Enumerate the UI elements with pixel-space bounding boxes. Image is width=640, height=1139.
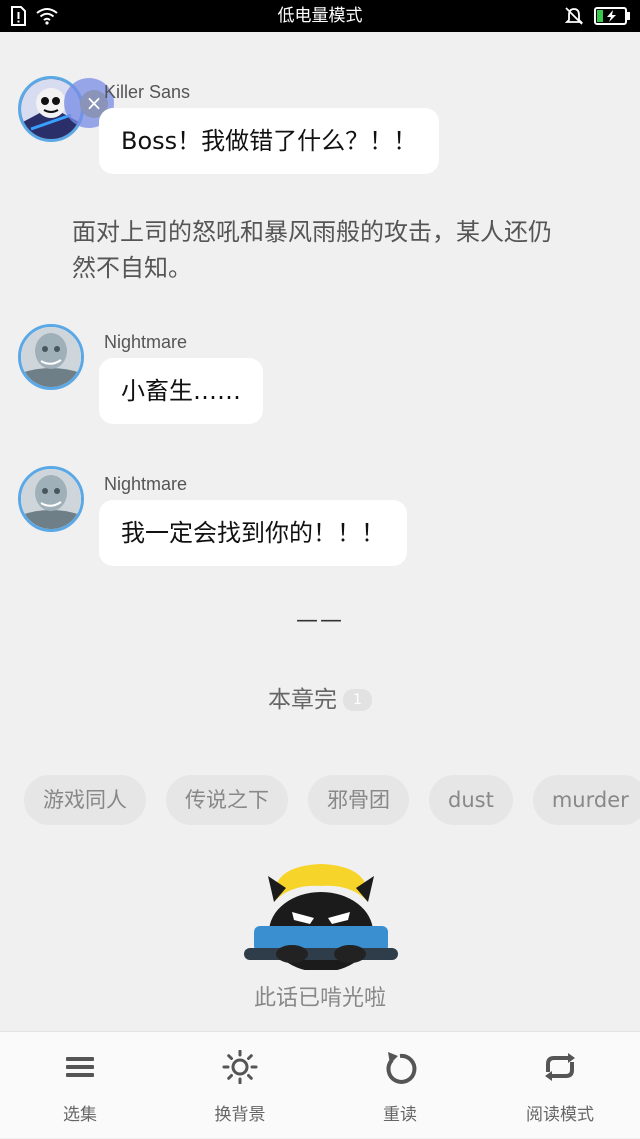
tag-chip[interactable]: dust bbox=[429, 775, 513, 825]
sender-name: Nightmare bbox=[104, 332, 188, 352]
section-divider: —— bbox=[296, 608, 344, 633]
status-title: 低电量模式 bbox=[277, 6, 363, 26]
tag-chip[interactable]: 游戏同人 bbox=[24, 775, 146, 825]
battery-charging-icon bbox=[594, 7, 630, 25]
toolbar-label: 选集 bbox=[63, 1105, 97, 1125]
avatar[interactable] bbox=[18, 324, 84, 390]
toolbar-episodes-button[interactable]: 选集 bbox=[0, 1032, 160, 1139]
menu-icon bbox=[66, 1057, 94, 1077]
bottom-toolbar: 选集 换背景 重读 阅读模式 bbox=[0, 1031, 640, 1138]
toolbar-label: 重读 bbox=[383, 1105, 417, 1125]
avatar[interactable] bbox=[18, 466, 84, 532]
toolbar-label: 阅读模式 bbox=[526, 1105, 594, 1125]
replay-icon bbox=[386, 1052, 417, 1084]
chapter-comment-count[interactable]: 1 bbox=[343, 689, 372, 711]
tag-chip[interactable]: 传说之下 bbox=[166, 775, 288, 825]
mascot-illustration bbox=[244, 864, 398, 970]
message-bubble: 我一定会找到你的！！！ bbox=[99, 500, 407, 566]
chapter-end: 本章完 1 bbox=[0, 680, 640, 714]
toolbar-label: 换背景 bbox=[214, 1105, 266, 1125]
status-bar: 低电量模式 bbox=[0, 0, 640, 32]
avatar-nightmare-icon bbox=[21, 327, 81, 387]
sender-name: Nightmare bbox=[104, 474, 188, 494]
avatar-nightmare-icon bbox=[21, 469, 81, 529]
message-bubble: 小畜生…… bbox=[99, 358, 263, 424]
loop-icon bbox=[545, 1053, 575, 1081]
narration-text: 面对上司的怒吼和暴风雨般的攻击，某人还仍然不自知。 bbox=[72, 218, 552, 282]
end-of-episode-text: 此话已啃光啦 bbox=[253, 986, 386, 1011]
toolbar-background-button[interactable]: 换背景 bbox=[160, 1032, 320, 1139]
sun-icon bbox=[222, 1050, 258, 1084]
message-bubble: Boss！我做错了什么？！！ bbox=[99, 108, 440, 174]
toolbar-reread-button[interactable]: 重读 bbox=[320, 1032, 480, 1139]
toolbar-reading-mode-button[interactable]: 阅读模式 bbox=[480, 1032, 640, 1139]
chat-message: × Killer Sans Boss！我做错了什么？！！ bbox=[0, 74, 640, 184]
chat-message: Nightmare 我一定会找到你的！！！ bbox=[0, 466, 640, 576]
tag-chip[interactable]: murder bbox=[532, 775, 640, 825]
tag-list: 游戏同人 传说之下 邪骨团 dust murder bbox=[24, 775, 640, 827]
tag-chip[interactable]: 邪骨团 bbox=[308, 775, 409, 825]
silent-bell-icon bbox=[564, 7, 584, 25]
sender-name: Killer Sans bbox=[104, 82, 191, 102]
chat-message: Nightmare 小畜生…… bbox=[0, 324, 640, 434]
chapter-end-label: 本章完 bbox=[268, 687, 338, 713]
